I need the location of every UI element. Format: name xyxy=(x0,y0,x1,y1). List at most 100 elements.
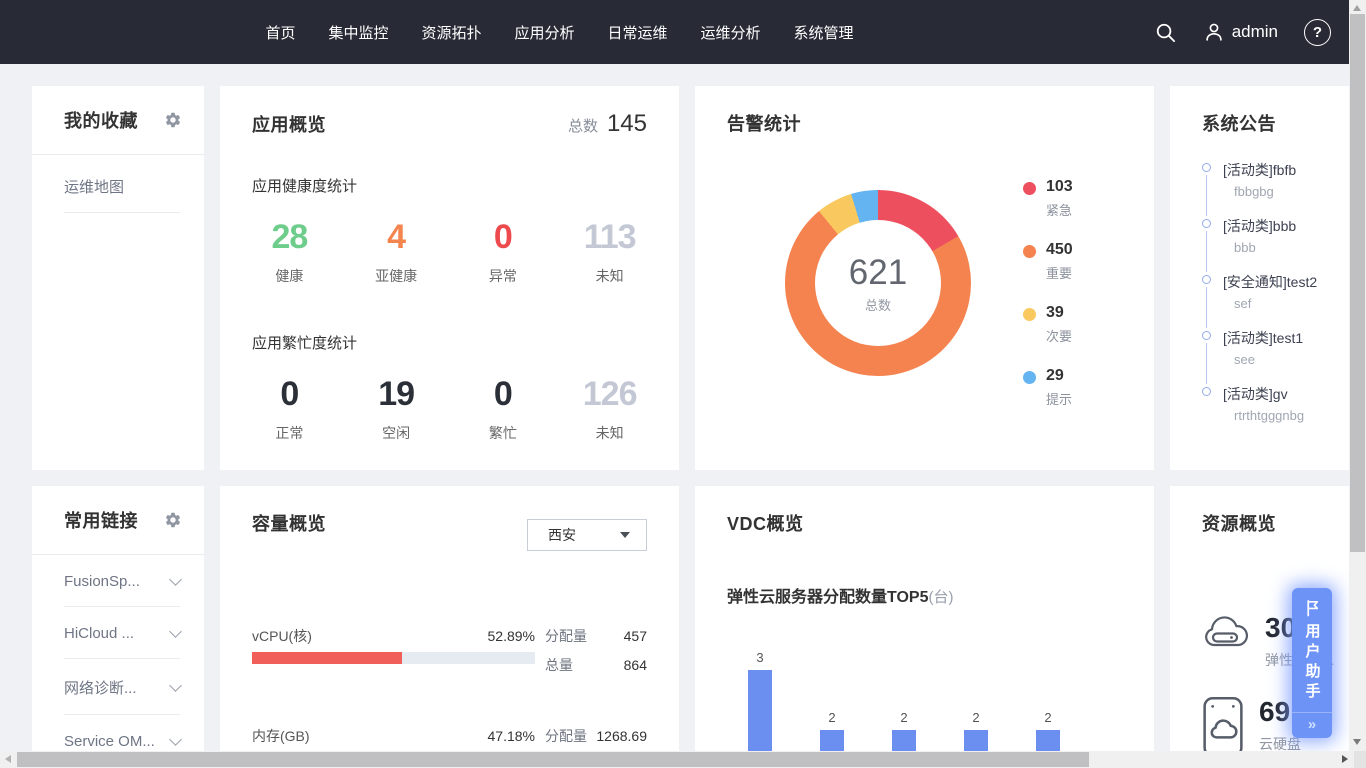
links-card: 常用链接 FusionSp... HiCloud ... 网络诊断... Ser… xyxy=(32,486,204,751)
scroll-right-arrow[interactable] xyxy=(1342,755,1348,763)
legend-dot-major xyxy=(1023,245,1036,258)
horizontal-scroll-thumb[interactable] xyxy=(17,752,1089,767)
app-total-value: 145 xyxy=(607,110,647,138)
nav-item-ops-analysis[interactable]: 运维分析 xyxy=(701,22,761,43)
busy-stat: 126未知 xyxy=(556,375,663,443)
region-select-value: 西安 xyxy=(548,525,620,545)
announcement-item[interactable]: [活动类]bbbbbb xyxy=(1202,216,1349,272)
favorites-card: 我的收藏 运维地图 xyxy=(32,86,204,470)
alarm-title: 告警统计 xyxy=(727,110,801,136)
announcement-item[interactable]: [活动类]gvrtrthtgggnbg xyxy=(1202,384,1349,440)
alarm-donut-chart: 621 总数 xyxy=(785,190,971,376)
vdc-bar-group: 3 xyxy=(748,650,772,751)
vdc-bar-group: 2 xyxy=(1036,710,1060,751)
vdc-bar xyxy=(820,730,844,751)
health-stat: 4亚健康 xyxy=(343,218,450,286)
health-stat: 28健康 xyxy=(236,218,343,286)
region-select[interactable]: 西安 xyxy=(527,519,647,551)
alarm-header: 告警统计 xyxy=(695,86,1154,136)
alarm-card: 告警统计 621 总数 103紧急 450重要 39次要 29提示 xyxy=(695,86,1154,470)
scroll-down-arrow[interactable] xyxy=(1353,739,1361,745)
health-stats-row: 28健康 4亚健康 0异常 113未知 xyxy=(220,218,679,286)
alarm-donut-center: 621 总数 xyxy=(815,220,941,346)
app-overview-title: 应用概览 xyxy=(252,111,326,137)
dashboard-page: 首页 集中监控 资源拓扑 应用分析 日常运维 运维分析 系统管理 admin ?… xyxy=(0,0,1366,768)
link-item-service-om[interactable]: Service OM... xyxy=(64,715,180,751)
help-glyph: ? xyxy=(1313,24,1322,41)
vdc-bar xyxy=(964,730,988,751)
legend-item: 450重要 xyxy=(1023,241,1073,282)
caret-down-icon xyxy=(620,532,630,538)
timeline-dot-icon xyxy=(1202,275,1211,284)
legend-item: 29提示 xyxy=(1023,367,1073,408)
favorites-header: 我的收藏 xyxy=(32,86,204,155)
legend-item: 103紧急 xyxy=(1023,178,1073,219)
busy-stat: 0繁忙 xyxy=(450,375,557,443)
announcement-item[interactable]: [活动类]fbfbfbbgbg xyxy=(1202,160,1349,216)
horizontal-scrollbar[interactable] xyxy=(0,751,1366,768)
nav-item-home[interactable]: 首页 xyxy=(265,22,295,43)
nav-item-monitoring[interactable]: 集中监控 xyxy=(328,22,388,43)
vdc-bar-group: 2 xyxy=(892,710,916,751)
scrollbar-corner xyxy=(1354,751,1366,768)
favorites-title: 我的收藏 xyxy=(64,107,138,133)
announcements-header: 系统公告 xyxy=(1170,86,1349,136)
double-chevron-icon[interactable]: » xyxy=(1292,712,1332,738)
vertical-scroll-thumb[interactable] xyxy=(1350,14,1365,552)
capacity-title: 容量概览 xyxy=(252,510,326,536)
alarm-total-label: 总数 xyxy=(865,295,891,314)
user-assistant-button[interactable]: 用户助手 » xyxy=(1292,588,1332,738)
link-item-network-diag[interactable]: 网络诊断... xyxy=(64,659,180,715)
announcements-title: 系统公告 xyxy=(1202,110,1276,136)
timeline-dot-icon xyxy=(1202,331,1211,340)
links-header: 常用链接 xyxy=(32,486,204,555)
legend-item: 39次要 xyxy=(1023,304,1073,345)
timeline-dot-icon xyxy=(1202,219,1211,228)
nav-menu: 首页 集中监控 资源拓扑 应用分析 日常运维 运维分析 系统管理 xyxy=(0,0,1119,64)
user-menu[interactable]: admin xyxy=(1203,21,1278,43)
search-icon[interactable] xyxy=(1154,21,1177,44)
announcement-item[interactable]: [安全通知]test2sef xyxy=(1202,272,1349,328)
busy-stats-row: 0正常 19空闲 0繁忙 126未知 xyxy=(220,375,679,443)
scroll-left-arrow[interactable] xyxy=(5,755,11,763)
health-section-label: 应用健康度统计 xyxy=(252,175,679,196)
timeline-dot-icon xyxy=(1202,387,1211,396)
nav-item-app-analysis[interactable]: 应用分析 xyxy=(514,22,574,43)
alarm-total-value: 621 xyxy=(849,253,907,293)
resources-title: 资源概览 xyxy=(1202,510,1276,536)
announcements-card: 系统公告 [活动类]fbfbfbbgbg [活动类]bbbbbb [安全通知]t… xyxy=(1170,86,1349,470)
vdc-card: VDC概览 弹性云服务器分配数量TOP5(台) 3 2 2 2 2 xyxy=(695,486,1154,751)
nav-item-daily-ops[interactable]: 日常运维 xyxy=(608,22,668,43)
vdc-bar xyxy=(1036,730,1060,751)
resources-header: 资源概览 xyxy=(1170,486,1349,536)
gear-icon[interactable] xyxy=(164,511,182,529)
assistant-label: 用户助手 xyxy=(1302,623,1323,712)
resource-item-evs: 69 云硬盘 xyxy=(1202,696,1301,751)
busy-section-label: 应用繁忙度统计 xyxy=(252,332,679,353)
legend-dot-critical xyxy=(1023,182,1036,195)
help-icon[interactable]: ? xyxy=(1304,19,1331,46)
vdc-bar-chart: 3 2 2 2 2 xyxy=(724,486,1084,751)
links-title: 常用链接 xyxy=(64,507,138,533)
favorite-item-ops-map[interactable]: 运维地图 xyxy=(64,155,180,213)
link-item-fusionsphere[interactable]: FusionSp... xyxy=(64,555,180,607)
legend-dot-info xyxy=(1023,371,1036,384)
vdc-bar xyxy=(892,730,916,751)
capacity-card: 容量概览 西安 vCPU(核)52.89% 分配量457 总量864 内存(GB… xyxy=(220,486,679,751)
nav-item-topology[interactable]: 资源拓扑 xyxy=(421,22,481,43)
app-total: 总数 145 xyxy=(568,110,657,138)
gear-icon[interactable] xyxy=(164,111,182,129)
link-item-hicloud[interactable]: HiCloud ... xyxy=(64,607,180,659)
capacity-metric: vCPU(核)52.89% 分配量457 总量864 xyxy=(252,626,647,675)
vdc-bar xyxy=(748,670,772,751)
vertical-scrollbar[interactable] xyxy=(1349,0,1366,751)
nav-item-system-mgmt[interactable]: 系统管理 xyxy=(794,22,854,43)
busy-stat: 0正常 xyxy=(236,375,343,443)
chevron-down-icon xyxy=(169,573,182,586)
chevron-down-icon xyxy=(169,625,182,638)
announcement-item[interactable]: [活动类]test1see xyxy=(1202,328,1349,384)
alarm-legend: 103紧急 450重要 39次要 29提示 xyxy=(1023,178,1073,430)
content-area: 我的收藏 运维地图 应用概览 总数 145 应用健康度统计 28健康 4亚健康 … xyxy=(0,64,1349,751)
cloud-server-icon xyxy=(1202,612,1250,652)
scroll-up-arrow[interactable] xyxy=(1353,5,1361,11)
